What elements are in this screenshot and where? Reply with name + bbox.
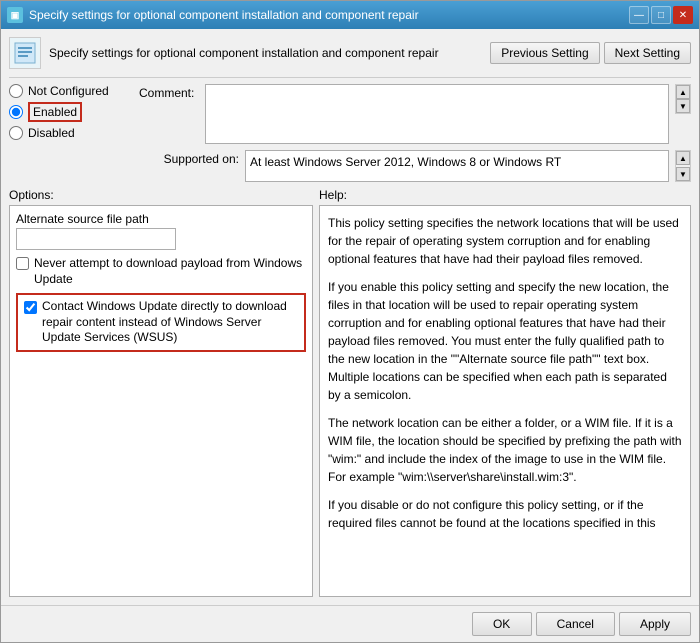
minimize-button[interactable]: — [629,6,649,24]
supported-scroll-down[interactable]: ▼ [676,167,690,181]
disabled-option[interactable]: Disabled [9,126,139,140]
windows-update-box: Contact Windows Update directly to downl… [16,293,306,352]
header-icon [9,37,41,69]
supported-label: Supported on: [139,150,239,166]
windows-update-checkbox[interactable] [24,301,37,314]
comment-label: Comment: [139,84,199,100]
not-configured-label: Not Configured [28,84,109,98]
options-help-labels: Options: Help: [9,188,691,205]
main-window: ▣ Specify settings for optional componen… [0,0,700,643]
title-bar: ▣ Specify settings for optional componen… [1,1,699,29]
help-para-2: If you enable this policy setting and sp… [328,278,682,404]
options-panel: Alternate source file path Never attempt… [9,205,313,597]
comment-section: Comment: ▲ ▼ [139,84,691,144]
never-attempt-label: Never attempt to download payload from W… [34,256,306,287]
supported-scrollbar[interactable]: ▲ ▼ [675,150,691,182]
enabled-radio[interactable] [9,105,23,119]
prev-setting-button[interactable]: Previous Setting [490,42,599,64]
window-title: Specify settings for optional component … [29,8,419,22]
never-attempt-checkbox[interactable] [16,257,29,270]
bottom-bar: OK Cancel Apply [1,605,699,642]
alt-source-input[interactable] [16,228,176,250]
comment-input[interactable] [205,84,669,144]
not-configured-option[interactable]: Not Configured [9,84,139,98]
help-para-1: This policy setting specifies the networ… [328,214,682,268]
supported-value: At least Windows Server 2012, Windows 8 … [245,150,669,182]
help-para-4: If you disable or do not configure this … [328,496,682,532]
alt-source-label: Alternate source file path [16,212,306,226]
not-configured-radio[interactable] [9,84,23,98]
ok-button[interactable]: OK [472,612,532,636]
cancel-button[interactable]: Cancel [536,612,615,636]
alt-source-section: Alternate source file path [16,212,306,250]
apply-button[interactable]: Apply [619,612,691,636]
header-buttons: Previous Setting Next Setting [490,42,691,64]
supported-row: Supported on: At least Windows Server 20… [9,150,691,182]
enabled-label: Enabled [28,102,82,122]
close-button[interactable]: ✕ [673,6,693,24]
disabled-radio[interactable] [9,126,23,140]
next-setting-button[interactable]: Next Setting [604,42,691,64]
help-para-3: The network location can be either a fol… [328,414,682,486]
help-section-label: Help: [319,188,347,205]
radio-comment-row: Not Configured Enabled Disabled Comment:… [9,84,691,144]
window-icon: ▣ [7,7,23,23]
comment-scrollbar[interactable]: ▲ ▼ [675,84,691,114]
never-attempt-row[interactable]: Never attempt to download payload from W… [16,256,306,287]
supported-scroll-up[interactable]: ▲ [676,151,690,165]
options-section-label: Options: [9,188,319,205]
options-help-body: Alternate source file path Never attempt… [9,205,691,597]
enabled-option[interactable]: Enabled [9,102,139,122]
content-area: Specify settings for optional component … [1,29,699,605]
maximize-button[interactable]: □ [651,6,671,24]
radio-section: Not Configured Enabled Disabled [9,84,139,140]
disabled-label: Disabled [28,126,75,140]
scrollbar-up-arrow[interactable]: ▲ [676,85,690,99]
title-controls: — □ ✕ [629,6,693,24]
help-panel: This policy setting specifies the networ… [319,205,691,597]
header-section: Specify settings for optional component … [9,37,691,78]
scrollbar-down-arrow[interactable]: ▼ [676,99,690,113]
options-help-section: Options: Help: Alternate source file pat… [9,188,691,597]
header-description: Specify settings for optional component … [49,46,482,60]
settings-icon [13,41,37,65]
windows-update-label: Contact Windows Update directly to downl… [42,299,298,346]
